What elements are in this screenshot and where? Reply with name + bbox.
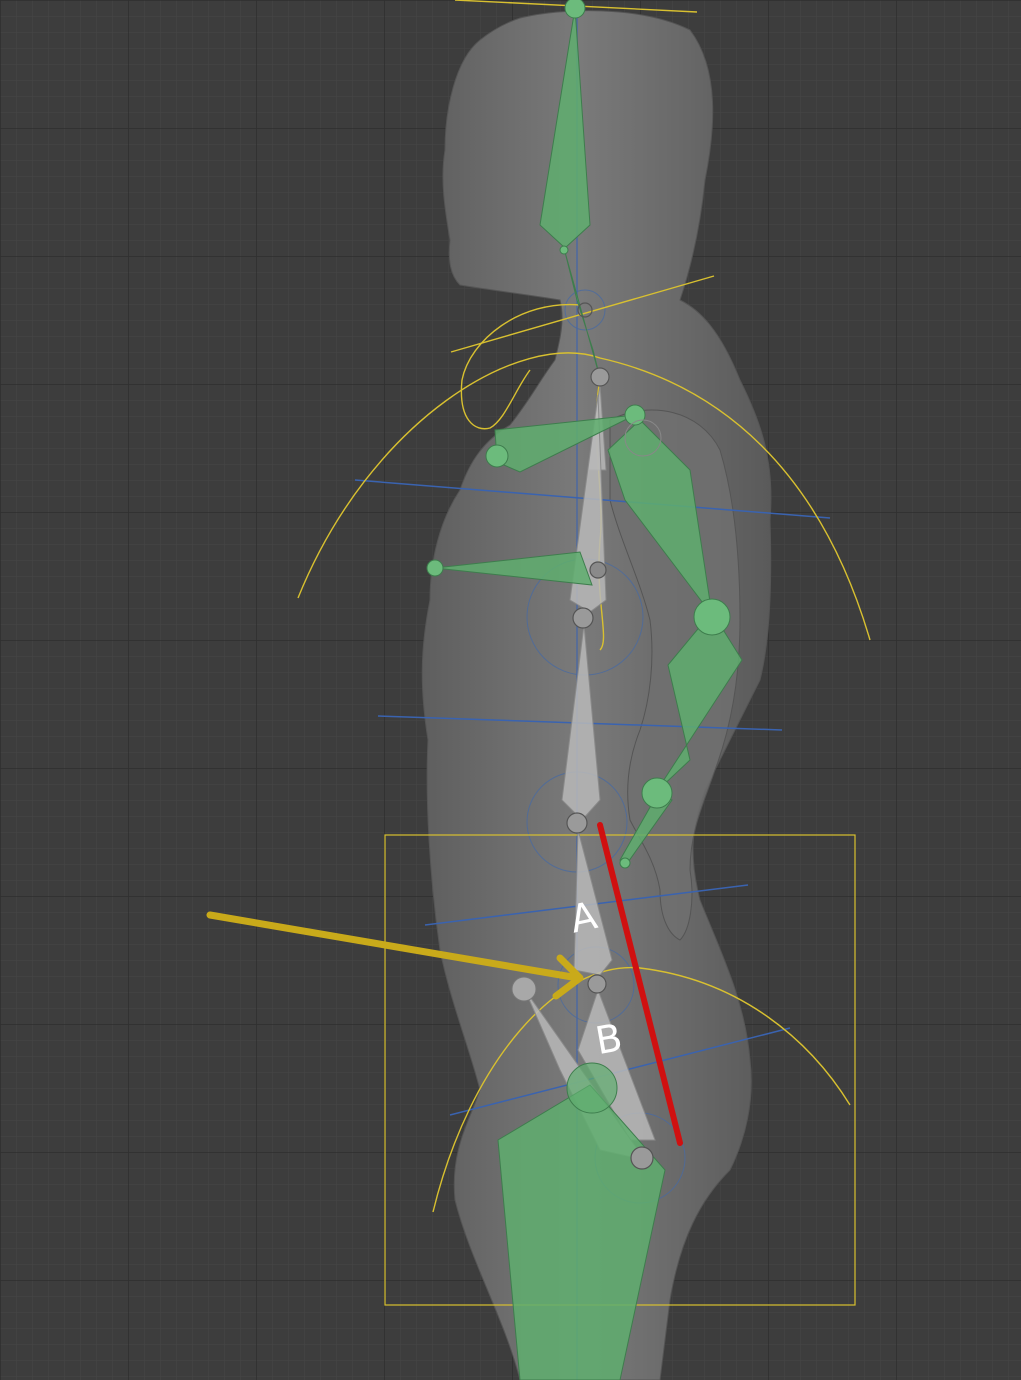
joint-head-top [564,0,586,19]
joint-wrist [641,777,673,809]
joint-hand-end [619,857,631,869]
joint-clavicle-end [485,444,509,468]
joint-rib-end [426,559,444,577]
viewport-canvas[interactable]: A B [0,0,1021,1380]
3d-viewport[interactable]: A B [0,0,1021,1380]
joint-neck [559,245,569,255]
joint-thigh-root [566,1062,618,1114]
joint-elbow [693,598,731,636]
joint-hip-left [511,976,537,1002]
